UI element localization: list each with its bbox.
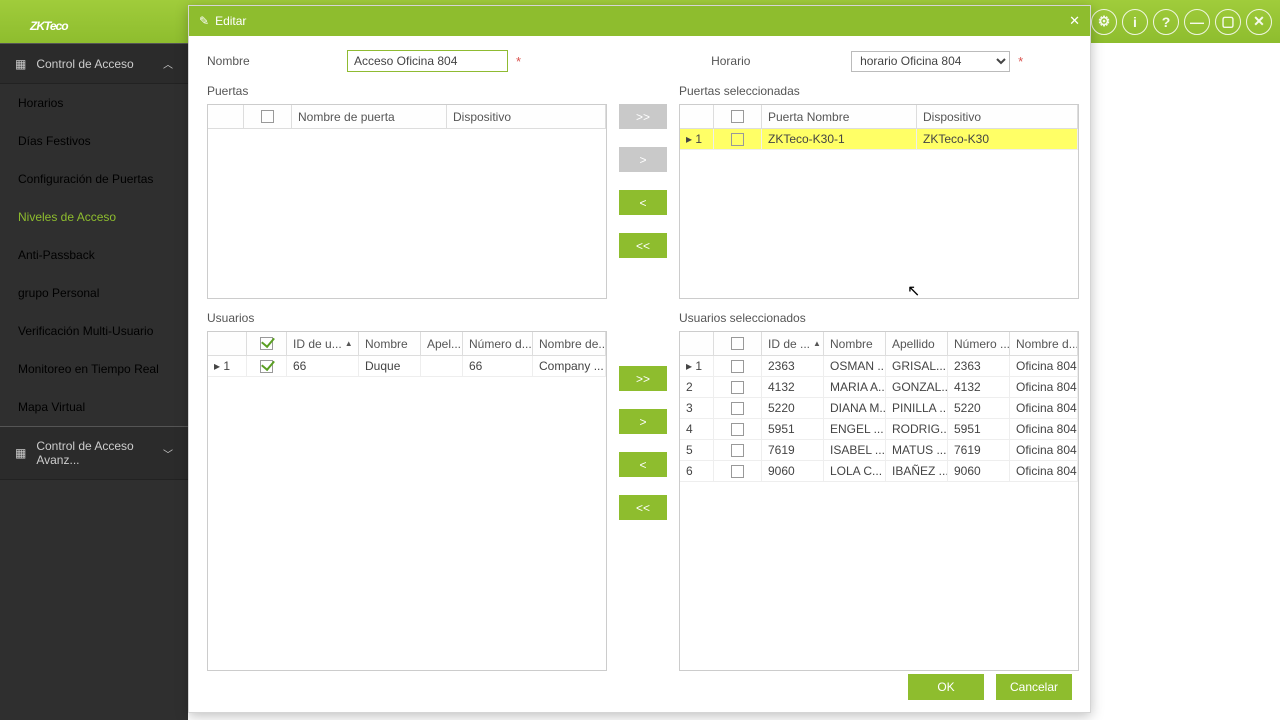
add-all-users-button[interactable]: >> bbox=[619, 366, 667, 391]
puertas-sel-grid[interactable]: Puerta Nombre Dispositivo ▸ 1 ZKTeco-K30… bbox=[679, 104, 1079, 299]
chevron-up-icon: ︿ bbox=[163, 56, 173, 71]
sidebar-item-niveles[interactable]: Niveles de Acceso bbox=[0, 198, 188, 236]
checkbox[interactable] bbox=[731, 337, 744, 350]
usuarios-grid[interactable]: ID de u...▲ Nombre Apel... Número d... N… bbox=[207, 331, 607, 671]
checkbox[interactable] bbox=[731, 360, 744, 373]
horario-label: Horario bbox=[711, 54, 851, 68]
remove-user-button[interactable]: < bbox=[619, 452, 667, 477]
dialog-title: Editar bbox=[215, 14, 246, 28]
add-all-doors-button[interactable]: >> bbox=[619, 104, 667, 129]
sidebar-item-monitor[interactable]: Monitoreo en Tiempo Real bbox=[0, 350, 188, 388]
remove-all-users-button[interactable]: << bbox=[619, 495, 667, 520]
info-icon[interactable]: i bbox=[1122, 9, 1148, 35]
usuarios-sel-grid[interactable]: ID de ...▲ Nombre Apellido Número ... No… bbox=[679, 331, 1079, 671]
table-row[interactable]: 6 9060 LOLA C... IBAÑEZ ... 9060 Oficina… bbox=[680, 461, 1078, 482]
sidebar-head-access[interactable]: ▦ Control de Acceso︿ bbox=[0, 43, 188, 84]
help-icon[interactable]: ? bbox=[1153, 9, 1179, 35]
puertas-sel-label: Puertas seleccionadas bbox=[679, 84, 1079, 98]
checkbox[interactable] bbox=[731, 465, 744, 478]
menu-icon: ▦ bbox=[15, 57, 26, 71]
table-row[interactable]: ▸ 1 66 Duque 66 Company ... bbox=[208, 356, 606, 377]
chevron-down-icon: ﹀ bbox=[163, 446, 173, 461]
usuarios-sel-label: Usuarios seleccionados bbox=[679, 311, 1079, 325]
nombre-input[interactable] bbox=[347, 50, 508, 72]
remove-all-doors-button[interactable]: << bbox=[619, 233, 667, 258]
table-row[interactable]: 3 5220 DIANA M... PINILLA ... 5220 Ofici… bbox=[680, 398, 1078, 419]
sidebar: ▦ Control de Acceso︿ Horarios Días Festi… bbox=[0, 43, 188, 720]
settings-icon[interactable]: ⚙ bbox=[1091, 9, 1117, 35]
sidebar-item-verif[interactable]: Verificación Multi-Usuario bbox=[0, 312, 188, 350]
checkbox[interactable] bbox=[731, 381, 744, 394]
sidebar-item-horarios[interactable]: Horarios bbox=[0, 84, 188, 122]
sidebar-item-config[interactable]: Configuración de Puertas bbox=[0, 160, 188, 198]
table-row[interactable]: 2 4132 MARIA A... GONZAL... 4132 Oficina… bbox=[680, 377, 1078, 398]
sidebar-item-grupo[interactable]: grupo Personal bbox=[0, 274, 188, 312]
sidebar-head-advanced[interactable]: ▦ Control de Acceso Avanz...﹀ bbox=[0, 426, 188, 480]
puertas-label: Puertas bbox=[207, 84, 607, 98]
table-row[interactable]: 4 5951 ENGEL ... RODRIG... 5951 Oficina … bbox=[680, 419, 1078, 440]
checkbox[interactable] bbox=[731, 444, 744, 457]
nombre-label: Nombre bbox=[207, 54, 347, 68]
close-icon[interactable]: ✕ bbox=[1069, 13, 1080, 29]
sidebar-item-anti[interactable]: Anti-Passback bbox=[0, 236, 188, 274]
required-icon: * bbox=[516, 54, 521, 69]
table-row[interactable]: ▸ 1 ZKTeco-K30-1 ZKTeco-K30 bbox=[680, 129, 1078, 150]
checkbox[interactable] bbox=[731, 110, 744, 123]
checkbox[interactable] bbox=[260, 360, 273, 373]
add-door-button[interactable]: > bbox=[619, 147, 667, 172]
sidebar-item-dias[interactable]: Días Festivos bbox=[0, 122, 188, 160]
add-user-button[interactable]: > bbox=[619, 409, 667, 434]
edit-icon: ✎ bbox=[199, 14, 209, 28]
table-row[interactable]: 5 7619 ISABEL ... MATUS ... 7619 Oficina… bbox=[680, 440, 1078, 461]
checkbox[interactable] bbox=[260, 337, 273, 350]
horario-select[interactable]: horario Oficina 804 bbox=[851, 51, 1010, 72]
required-icon: * bbox=[1018, 54, 1023, 69]
remove-door-button[interactable]: < bbox=[619, 190, 667, 215]
checkbox[interactable] bbox=[731, 423, 744, 436]
maximize-icon[interactable]: ▢ bbox=[1215, 9, 1241, 35]
table-row[interactable]: ▸ 1 2363 OSMAN ... GRISAL... 2363 Oficin… bbox=[680, 356, 1078, 377]
puertas-grid[interactable]: Nombre de puerta Dispositivo bbox=[207, 104, 607, 299]
checkbox[interactable] bbox=[261, 110, 274, 123]
close-app-icon[interactable]: ✕ bbox=[1246, 9, 1272, 35]
brand-logo: ZKTeco bbox=[30, 6, 68, 37]
checkbox[interactable] bbox=[731, 133, 744, 146]
usuarios-label: Usuarios bbox=[207, 311, 607, 325]
edit-dialog: ✎ Editar ✕ Nombre * Horario horario Ofic… bbox=[188, 5, 1091, 713]
minimize-icon[interactable]: — bbox=[1184, 9, 1210, 35]
ok-button[interactable]: OK bbox=[908, 674, 984, 700]
menu-icon: ▦ bbox=[15, 446, 26, 460]
cancel-button[interactable]: Cancelar bbox=[996, 674, 1072, 700]
sidebar-item-mapa[interactable]: Mapa Virtual bbox=[0, 388, 188, 426]
checkbox[interactable] bbox=[731, 402, 744, 415]
